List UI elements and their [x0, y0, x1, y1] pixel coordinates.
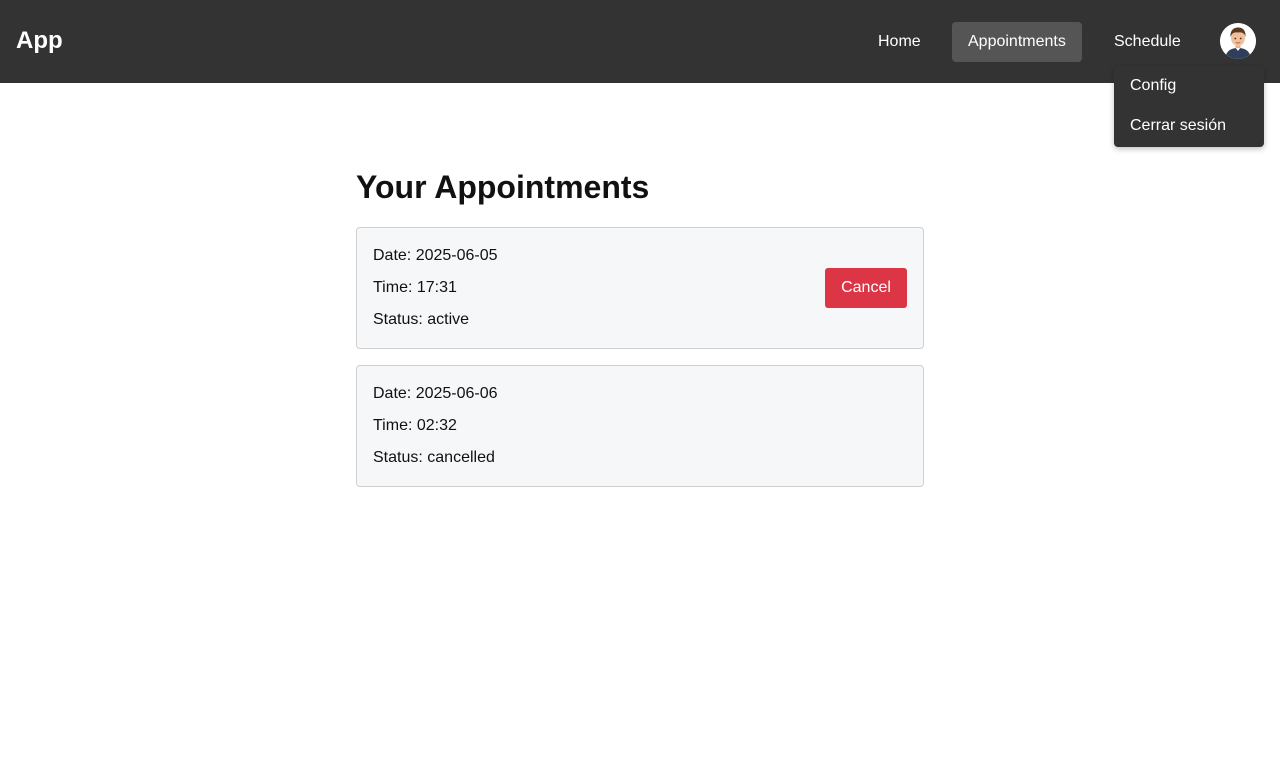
appointment-date: Date: 2025-06-05 [373, 246, 498, 266]
nav-link-schedule[interactable]: Schedule [1098, 22, 1197, 62]
appointment-card: Date: 2025-06-05 Time: 17:31 Status: act… [356, 227, 924, 349]
user-avatar-icon[interactable] [1220, 23, 1256, 59]
status-value: active [427, 311, 470, 328]
nav-link-home[interactable]: Home [862, 22, 937, 62]
date-value: 2025-06-06 [415, 385, 498, 402]
appointment-status: Status: active [373, 310, 469, 330]
status-label: Status: [373, 449, 423, 466]
page-title: Your Appointments [356, 169, 650, 205]
user-dropdown-menu: Config Cerrar sesión [1114, 66, 1264, 147]
time-value: 17:31 [416, 279, 457, 296]
date-label: Date: [373, 385, 412, 402]
menu-item-config[interactable]: Config [1130, 76, 1176, 96]
appointment-card: Date: 2025-06-06 Time: 02:32 Status: can… [356, 365, 924, 487]
time-label: Time: [373, 417, 413, 434]
appointment-date: Date: 2025-06-06 [373, 384, 498, 404]
date-value: 2025-06-05 [415, 247, 498, 264]
app-brand[interactable]: App [16, 27, 63, 55]
time-value: 02:32 [416, 417, 457, 434]
time-label: Time: [373, 279, 413, 296]
avatar-illustration [1220, 23, 1256, 59]
status-label: Status: [373, 311, 423, 328]
status-value: cancelled [427, 449, 495, 466]
appointment-time: Time: 17:31 [373, 278, 457, 298]
appointment-status: Status: cancelled [373, 448, 495, 468]
navbar: App Home Appointments Schedule [0, 0, 1280, 83]
nav-link-appointments[interactable]: Appointments [952, 22, 1082, 62]
date-label: Date: [373, 247, 412, 264]
cancel-appointment-button[interactable]: Cancel [825, 268, 907, 308]
menu-item-logout[interactable]: Cerrar sesión [1130, 116, 1226, 136]
appointment-time: Time: 02:32 [373, 416, 457, 436]
